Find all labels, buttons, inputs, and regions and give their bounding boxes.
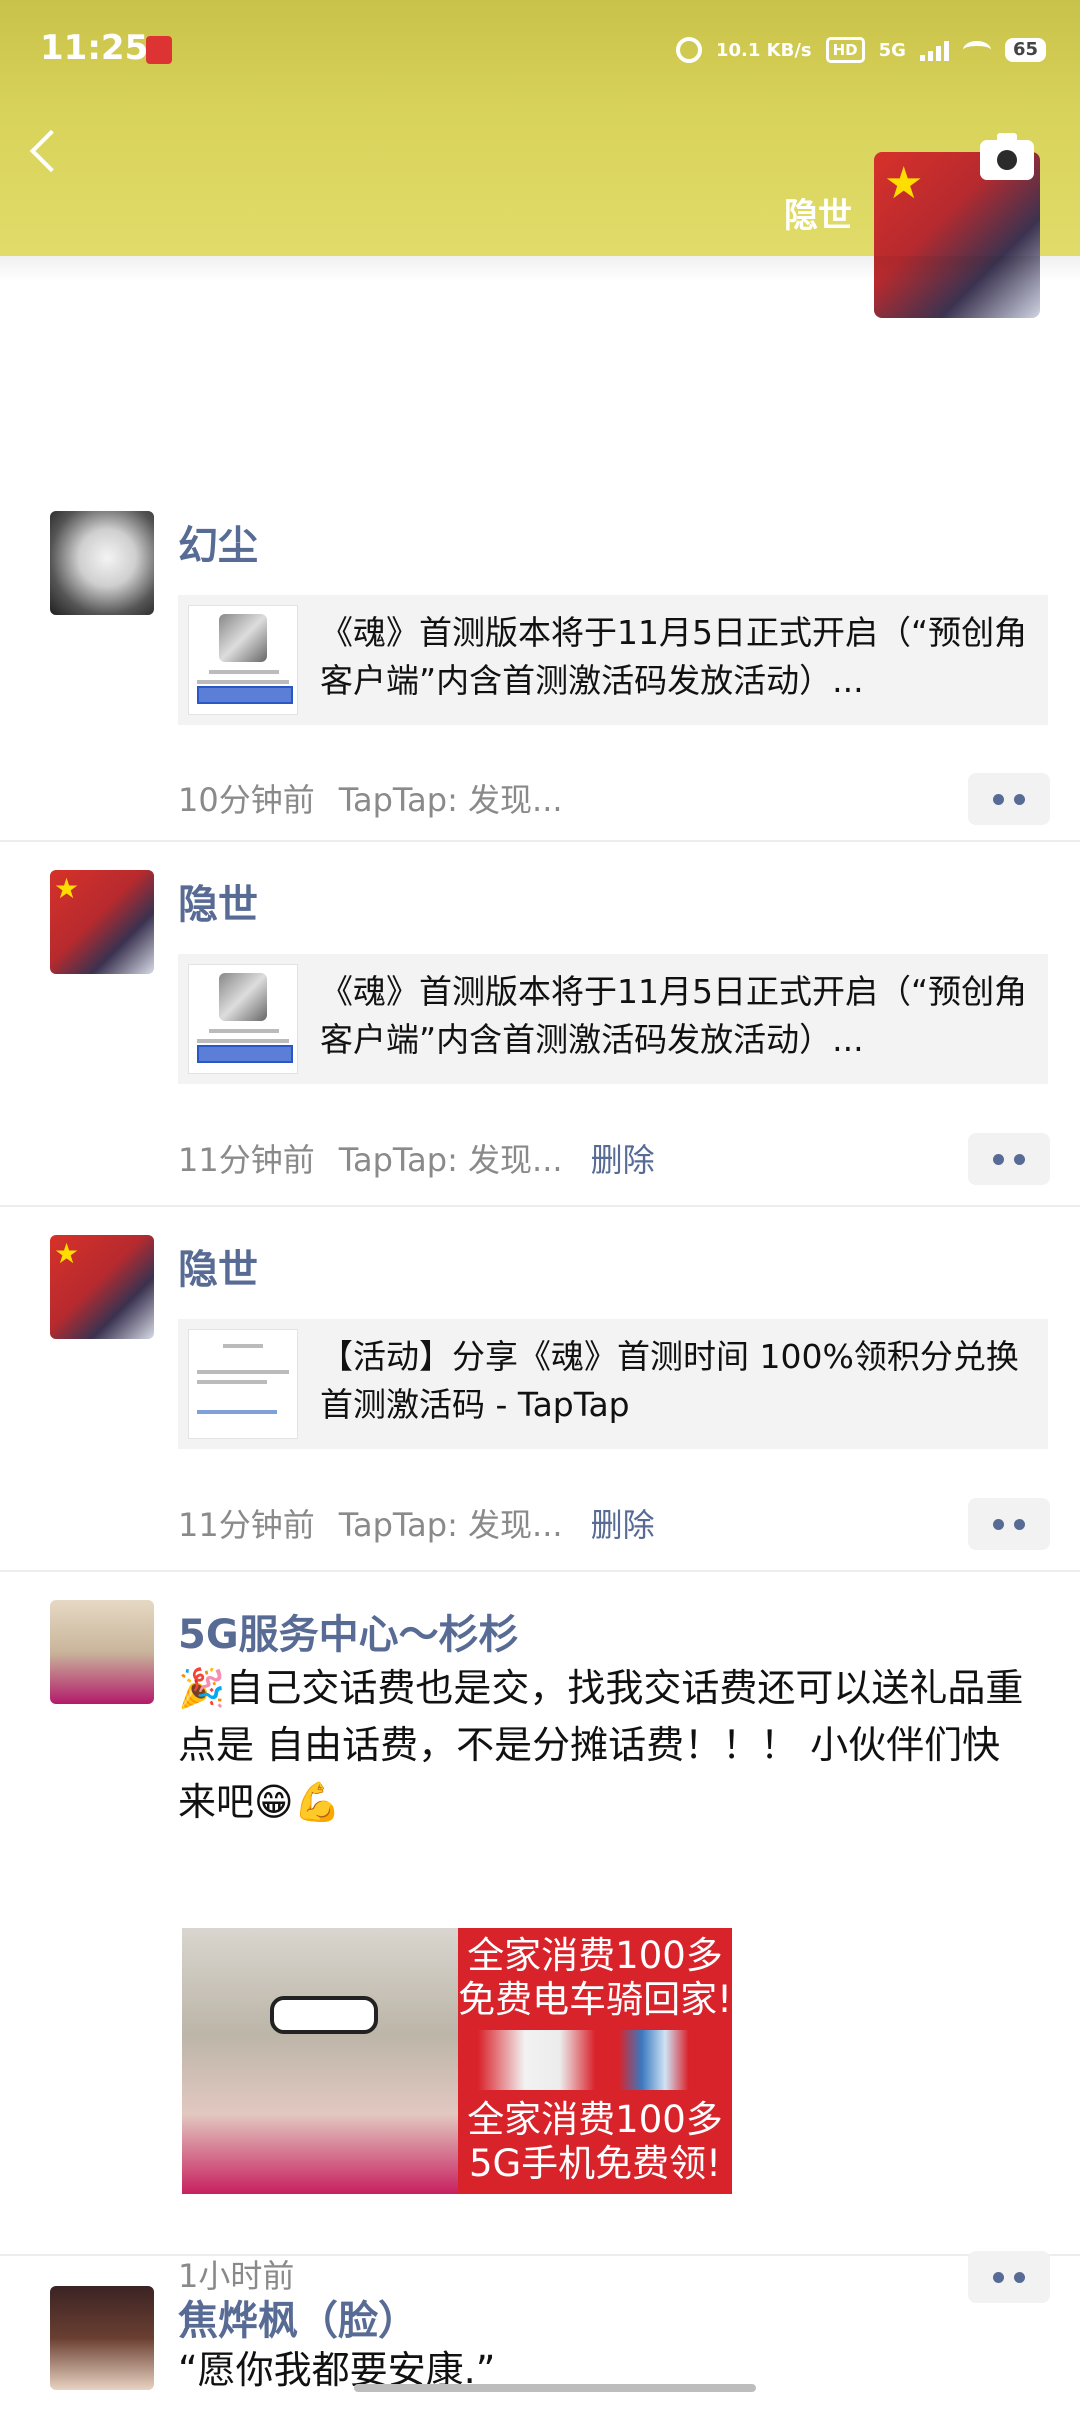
feed-post: 5G服务中心～杉杉 🎉自己交话费也是交，找我交话费还可以送礼品重点是 自由话费，… <box>0 1572 1080 2303</box>
camera-icon[interactable] <box>980 133 1034 180</box>
more-options-button[interactable] <box>968 1133 1050 1185</box>
game-logo-icon <box>219 614 267 662</box>
photo-promo-banner: 全家消费100多免费电车骑回家! 全家消费100多5G手机免费领! <box>458 1928 732 2194</box>
shared-link-title: 【活动】分享《魂》首测时间 100%领积分兑换首测激活码 - TapTap <box>320 1337 1019 1424</box>
avatar[interactable] <box>50 2286 154 2390</box>
post-time: 11分钟前 <box>178 1506 315 1544</box>
thumb-button <box>197 1045 293 1063</box>
more-options-button[interactable] <box>968 773 1050 825</box>
star-icon: ★ <box>54 872 80 905</box>
promo-text-bottom: 全家消费100多5G手机免费领! <box>467 2098 723 2185</box>
star-icon: ★ <box>54 1237 80 1270</box>
shared-link-title: 《魂》首测版本将于11月5日正式开启（“预创角客户端”内含首测激活码发放活动）.… <box>320 972 1028 1059</box>
status-bar: 11:25 10.1 KB/s HD 5G 65 <box>0 0 1080 100</box>
status-icons: 10.1 KB/s HD 5G 65 <box>675 30 1046 70</box>
thumb-line <box>197 1410 277 1414</box>
post-author[interactable]: 隐世 <box>178 1237 258 1295</box>
post-meta: 10分钟前 TapTap: 发现... <box>178 775 563 821</box>
feed-post: 幻尘 《魂》首测版本将于11月5日正式开启（“预创角客户端”内含首测激活码发放活… <box>0 505 1080 842</box>
post-text: 🎉自己交话费也是交，找我交话费还可以送礼品重点是 自由话费，不是分摊话费！！！ … <box>178 1666 1024 1824</box>
profile-name: 隐世 <box>784 196 852 236</box>
post-source[interactable]: TapTap: 发现... <box>339 1506 563 1544</box>
post-author[interactable]: 5G服务中心～杉杉 <box>178 1602 519 1660</box>
sunglasses <box>270 1996 378 2034</box>
delete-link[interactable]: 删除 <box>591 1506 655 1544</box>
feed-post: ★ 隐世 《魂》首测版本将于11月5日正式开启（“预创角客户端”内含首测激活码发… <box>0 842 1080 1207</box>
thumb-line <box>197 1039 289 1043</box>
game-logo-icon <box>219 973 267 1021</box>
home-indicator[interactable] <box>354 2384 756 2392</box>
post-source[interactable]: TapTap: 发现... <box>339 1141 563 1179</box>
shared-link-card[interactable]: 《魂》首测版本将于11月5日正式开启（“预创角客户端”内含首测激活码发放活动）.… <box>178 595 1048 725</box>
thumb-line <box>197 1380 267 1384</box>
hd-icon: HD <box>825 37 865 63</box>
post-time: 10分钟前 <box>178 781 315 819</box>
avatar[interactable]: ★ <box>50 870 154 974</box>
app-notification-icon <box>146 36 172 64</box>
post-meta: 11分钟前 TapTap: 发现... 删除 <box>178 1135 655 1181</box>
link-thumbnail <box>188 605 298 715</box>
scooter-phone-graphic <box>478 2030 712 2090</box>
avatar[interactable]: ★ <box>50 1235 154 1339</box>
clock: 11:25 <box>40 28 149 68</box>
post-author[interactable]: 隐世 <box>178 872 258 930</box>
photo-child <box>182 1928 458 2194</box>
link-thumbnail <box>188 964 298 1074</box>
more-options-button[interactable] <box>968 1498 1050 1550</box>
profile-header: 11:25 10.1 KB/s HD 5G 65 隐世 ★ <box>0 0 1080 318</box>
avatar[interactable] <box>50 511 154 615</box>
signal-icon <box>919 39 949 61</box>
alarm-icon <box>675 37 702 63</box>
thumb-line <box>209 670 279 674</box>
net-speed: 10.1 KB/s <box>715 39 812 61</box>
battery-icon: 65 <box>1004 38 1046 62</box>
post-author[interactable]: 幻尘 <box>178 513 258 571</box>
post-image[interactable]: 全家消费100多免费电车骑回家! 全家消费100多5G手机免费领! <box>182 1928 732 2194</box>
promo-text-top: 全家消费100多免费电车骑回家! <box>458 1934 732 2021</box>
thumb-line <box>223 1344 263 1348</box>
thumb-button <box>197 686 293 704</box>
feed-post: ★ 隐世 【活动】分享《魂》首测时间 100%领积分兑换首测激活码 - TapT… <box>0 1207 1080 1572</box>
moments-feed: 幻尘 《魂》首测版本将于11月5日正式开启（“预创角客户端”内含首测激活码发放活… <box>0 505 1080 2436</box>
shared-link-card[interactable]: 《魂》首测版本将于11月5日正式开启（“预创角客户端”内含首测激活码发放活动）.… <box>178 954 1048 1084</box>
shared-link-card[interactable]: 【活动】分享《魂》首测时间 100%领积分兑换首测激活码 - TapTap <box>178 1319 1048 1449</box>
delete-link[interactable]: 删除 <box>591 1141 655 1179</box>
post-author[interactable]: 焦烨枫（脸） <box>178 2288 418 2346</box>
link-thumbnail <box>188 1329 298 1439</box>
thumb-line <box>197 680 289 684</box>
star-icon: ★ <box>884 158 924 209</box>
post-time: 11分钟前 <box>178 1141 315 1179</box>
network-type: 5G <box>878 39 906 61</box>
avatar[interactable] <box>50 1600 154 1704</box>
shared-link-title: 《魂》首测版本将于11月5日正式开启（“预创角客户端”内含首测激活码发放活动）.… <box>320 613 1028 700</box>
thumb-line <box>209 1029 279 1033</box>
post-source[interactable]: TapTap: 发现... <box>339 781 563 819</box>
post-meta: 11分钟前 TapTap: 发现... 删除 <box>178 1500 655 1546</box>
thumb-line <box>197 1370 289 1374</box>
feed-post: 焦烨枫（脸） “愿你我都要安康.” <box>0 2256 1080 2436</box>
wifi-icon <box>962 41 991 59</box>
chevron-left-icon[interactable] <box>29 129 73 173</box>
